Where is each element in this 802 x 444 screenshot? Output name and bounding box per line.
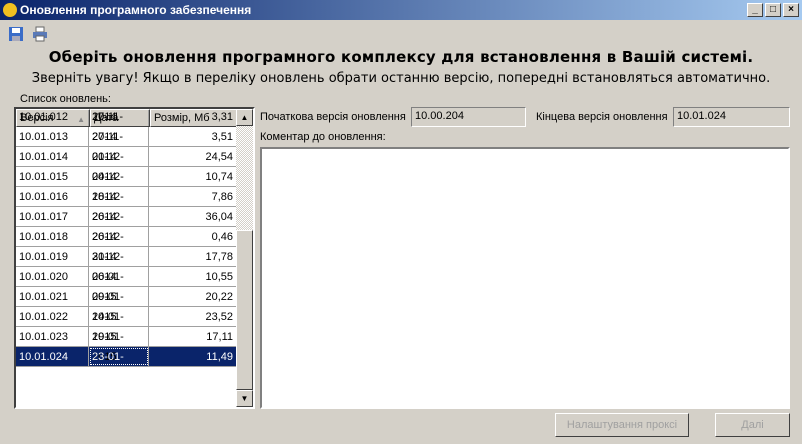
date-cell: 01-12-2014: [89, 147, 149, 183]
version-cell: 10.01.019: [16, 247, 89, 266]
date-cell: 19-01-2015: [89, 327, 149, 363]
maximize-button[interactable]: □: [765, 3, 781, 17]
next-button[interactable]: Далі: [715, 413, 790, 437]
notice-text: Зверніть увагу! Якщо в переліку оновлень…: [31, 71, 771, 86]
table-body: 10.01.01113-11-201424,0810.01.01217-11-2…: [16, 109, 253, 383]
close-button[interactable]: ×: [783, 3, 799, 17]
size-cell: 10,74: [149, 167, 237, 186]
date-cell: 26-12-2014: [89, 207, 149, 243]
list-label: Список оновлень:: [20, 93, 111, 105]
size-cell: 23,52: [149, 307, 237, 326]
version-cell: 10.01.017: [16, 207, 89, 226]
updates-table[interactable]: Версія ▲ Дата Розмір, Мб 10.01.01113-11-2…: [14, 107, 255, 409]
column-header-size[interactable]: Розмір, Мб: [150, 109, 238, 127]
date-cell: 27-11-2014: [89, 127, 149, 163]
table-row[interactable]: 10.01.018 26-12-2014 0,46: [16, 227, 253, 263]
date-cell: 14-01-2015: [89, 307, 149, 343]
minimize-button[interactable]: _: [747, 3, 763, 17]
size-cell: 0,46: [149, 227, 237, 246]
size-cell: 17,11: [149, 327, 237, 346]
column-label: Версія: [20, 112, 54, 124]
version-cell: 10.01.021: [16, 287, 89, 306]
table-row[interactable]: 10.01.015 04-12-2014 10,74: [16, 167, 253, 203]
size-cell: 11,49: [149, 347, 237, 366]
version-cell: 10.01.015: [16, 167, 89, 186]
table-row[interactable]: 10.01.021 09-01-2015 20,22: [16, 287, 253, 323]
version-cell: 10.01.024: [16, 347, 89, 366]
scroll-thumb[interactable]: [236, 230, 253, 390]
size-cell: 3,51: [149, 127, 237, 146]
start-version-field[interactable]: 10.00.204: [411, 107, 526, 127]
date-cell: 23-01-2015: [89, 347, 149, 383]
table-row[interactable]: 10.01.022 14-01-2015 23,52: [16, 307, 253, 343]
size-cell: 36,04: [149, 207, 237, 226]
table-row[interactable]: 10.01.014 01-12-2014 24,54: [16, 147, 253, 183]
comment-label: Коментар до оновлення:: [260, 131, 386, 143]
app-icon: [3, 3, 17, 17]
comment-textarea[interactable]: [260, 147, 790, 409]
version-cell: 10.01.013: [16, 127, 89, 146]
table-row[interactable]: 10.01.024 23-01-2015 11,49: [16, 347, 253, 383]
table-row[interactable]: 10.01.020 06-01-2015 10,55: [16, 267, 253, 303]
size-cell: 17,78: [149, 247, 237, 266]
size-cell: 20,22: [149, 287, 237, 306]
date-cell: 09-01-2015: [89, 287, 149, 323]
version-cell: 10.01.018: [16, 227, 89, 246]
end-version-field[interactable]: 10.01.024: [673, 107, 790, 127]
table-row[interactable]: 10.01.023 19-01-2015 17,11: [16, 327, 253, 363]
date-cell: 06-01-2015: [89, 267, 149, 303]
scroll-up-button[interactable]: ▲: [236, 109, 253, 126]
date-cell: 18-12-2014: [89, 187, 149, 223]
column-header-version[interactable]: Версія ▲: [16, 109, 90, 127]
sort-asc-icon: ▲: [77, 115, 85, 124]
version-cell: 10.01.022: [16, 307, 89, 326]
window-title: Оновлення програмного забезпечення: [20, 3, 252, 17]
end-version-label: Кінцева версія оновлення: [536, 111, 668, 123]
vertical-scrollbar[interactable]: ▲ ▼: [236, 109, 253, 407]
table-row[interactable]: 10.01.016 18-12-2014 7,86: [16, 187, 253, 223]
size-cell: 7,86: [149, 187, 237, 206]
column-header-date[interactable]: Дата: [90, 109, 150, 127]
scroll-down-button[interactable]: ▼: [236, 390, 253, 407]
proxy-settings-button[interactable]: Налаштування проксі: [555, 413, 689, 437]
version-cell: 10.01.023: [16, 327, 89, 346]
page-heading: Оберіть оновлення програмного комплексу …: [48, 48, 754, 66]
version-cell: 10.01.020: [16, 267, 89, 286]
version-cell: 10.01.014: [16, 147, 89, 166]
date-cell: 04-12-2014: [89, 167, 149, 203]
start-version-label: Початкова версія оновлення: [260, 111, 406, 123]
size-cell: 10,55: [149, 267, 237, 286]
title-bar: Оновлення програмного забезпечення _ □ ×: [0, 0, 802, 20]
table-row[interactable]: 10.01.019 31-12-2014 17,78: [16, 247, 253, 283]
table-row[interactable]: 10.01.017 26-12-2014 36,04: [16, 207, 253, 243]
size-cell: 24,54: [149, 147, 237, 166]
date-cell: 31-12-2014: [89, 247, 149, 283]
save-icon[interactable]: [8, 26, 24, 42]
table-row[interactable]: 10.01.013 27-11-2014 3,51: [16, 127, 253, 163]
print-icon[interactable]: [32, 26, 48, 42]
version-cell: 10.01.016: [16, 187, 89, 206]
date-cell: 26-12-2014: [89, 227, 149, 263]
